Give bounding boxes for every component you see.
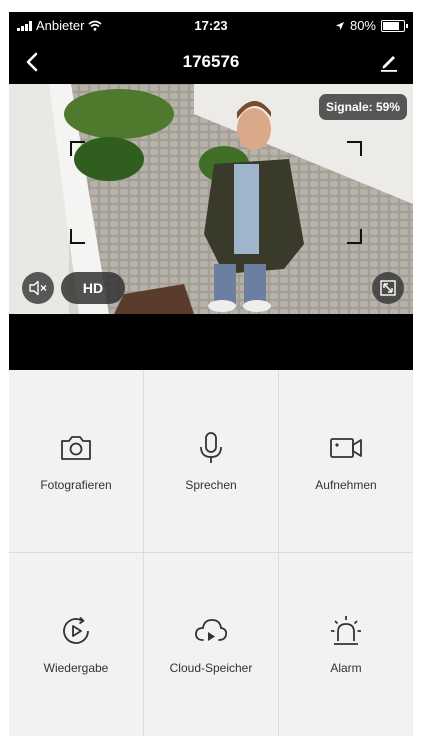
speaker-muted-icon: [29, 280, 47, 296]
talk-button[interactable]: Sprechen: [144, 370, 278, 552]
video-bottom-bar: [9, 314, 413, 370]
status-bar: Anbieter 17:23 80%: [9, 12, 413, 40]
record-label: Aufnehmen: [315, 478, 377, 492]
playback-label: Wiedergabe: [43, 661, 109, 675]
talk-label: Sprechen: [185, 478, 237, 492]
alarm-label: Alarm: [330, 661, 362, 675]
camera-live-view[interactable]: Signale: 59% HD: [9, 84, 413, 314]
device-title: 176576: [182, 52, 240, 71]
location-arrow-icon: [335, 21, 344, 30]
video-camera-icon: [330, 438, 362, 458]
nav-bar: 176576: [9, 40, 413, 84]
fullscreen-icon: [380, 280, 396, 296]
action-grid: Fotografieren Sprechen Aufnehmen Wiederg…: [9, 370, 413, 736]
signal-strength-badge: Signale: 59%: [318, 94, 407, 120]
fullscreen-button[interactable]: [372, 272, 404, 304]
edit-pencil-icon[interactable]: [377, 50, 401, 74]
cloud-play-icon: [195, 619, 228, 641]
battery-fill: [383, 21, 399, 30]
phone-screen: Anbieter 17:23 80% 176576 Signale: 59% H…: [9, 12, 413, 736]
hd-quality-toggle[interactable]: HD: [61, 272, 125, 304]
alarm-button[interactable]: Alarm: [279, 553, 413, 735]
battery-percent: 80%: [349, 18, 376, 33]
cloud-storage-button[interactable]: Cloud-Speicher: [144, 553, 278, 735]
photo-button[interactable]: Fotografieren: [9, 370, 143, 552]
photo-label: Fotografieren: [40, 478, 112, 492]
microphone-icon: [200, 432, 222, 463]
camera-icon: [61, 436, 91, 460]
siren-icon: [331, 616, 361, 645]
playback-icon: [63, 616, 89, 644]
record-button[interactable]: Aufnehmen: [279, 370, 413, 552]
cloud-storage-label: Cloud-Speicher: [169, 661, 253, 675]
mute-button[interactable]: [22, 272, 54, 304]
battery-icon: [381, 19, 408, 32]
status-right: 80%: [335, 18, 408, 33]
playback-button[interactable]: Wiedergabe: [9, 553, 143, 735]
